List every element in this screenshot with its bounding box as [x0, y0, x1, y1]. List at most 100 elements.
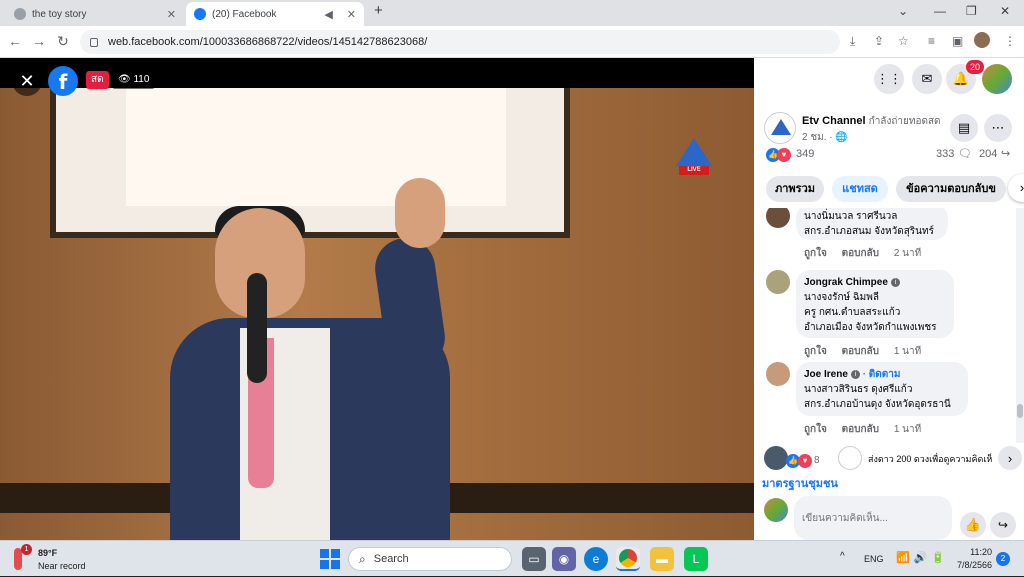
url-text: web.facebook.com/100033686868722/videos/…	[108, 36, 428, 48]
chevron-right-icon[interactable]: ›	[998, 446, 1022, 470]
chevron-up-icon[interactable]: ^	[840, 551, 845, 562]
save-icon[interactable]: ▤	[950, 114, 978, 142]
close-window-button[interactable]: ✕	[1000, 4, 1010, 18]
commenter-avatar[interactable]	[766, 208, 790, 228]
comment-time[interactable]: 2 นาที	[894, 248, 921, 259]
temperature: 89°F	[38, 548, 58, 558]
stars-strip: 👍 ♥ 8 ส่งดาว 200 ดวงเพื่อดูความคิดเห็ ›	[760, 444, 1022, 474]
share-icon[interactable]: ⇪	[874, 34, 884, 48]
weather-widget[interactable]: 1 89°F Near record	[14, 544, 124, 574]
tab-facebook[interactable]: (20) Facebook ◀ ✕	[186, 2, 364, 26]
messenger-icon[interactable]: ✉	[912, 64, 942, 94]
forward-icon[interactable]: →	[30, 33, 48, 49]
chrome-icon[interactable]	[616, 547, 640, 571]
menu-icon[interactable]: ⋮	[1004, 34, 1016, 48]
line-app-icon[interactable]: L	[684, 547, 708, 571]
back-icon[interactable]: ←	[6, 33, 24, 49]
address-bar[interactable]: web.facebook.com/100033686868722/videos/…	[80, 30, 840, 54]
comment-author[interactable]: Joe Irene	[804, 369, 848, 380]
task-view-icon[interactable]: ▭	[522, 547, 546, 571]
like-comment-button[interactable]: ถูกใจ	[804, 248, 827, 259]
love-reaction-icon[interactable]: ♥	[777, 148, 791, 162]
close-video-icon[interactable]: ✕	[12, 66, 42, 96]
teams-icon[interactable]: ◉	[552, 547, 576, 571]
viewer-avatar[interactable]	[764, 446, 788, 470]
tab-live-chat[interactable]: แชทสด	[832, 176, 888, 202]
reply-comment-button[interactable]: ตอบกลับ	[842, 424, 879, 435]
reading-list-icon[interactable]: ≡	[928, 34, 935, 48]
like-comment-button[interactable]: ถูกใจ	[804, 346, 827, 357]
speaker-icon[interactable]: ◀	[324, 8, 332, 21]
info-icon: i	[890, 278, 900, 287]
share-button[interactable]: ↪	[990, 512, 1016, 538]
comment-bubble: Joe Irene i · ติดตาม นางสาวสิรินธร ดุงศรี…	[796, 362, 968, 416]
follow-button[interactable]: · ติดตาม	[863, 369, 901, 380]
etv-avatar[interactable]	[838, 446, 862, 470]
reaction-count[interactable]: 349	[796, 148, 814, 160]
close-tab-icon[interactable]: ✕	[347, 8, 356, 21]
comment-line: นางนิ่มนวล ราศรีนวล	[804, 211, 898, 222]
comment-line: สกร.อำเภอสนม จังหวัดสุรินทร์	[804, 226, 934, 237]
chevron-right-icon[interactable]: ›	[1008, 174, 1024, 202]
comment-count[interactable]: 333	[936, 148, 954, 160]
account-avatar[interactable]	[982, 64, 1012, 94]
comment-author[interactable]: Jongrak Chimpee	[804, 277, 888, 288]
notification-center-badge[interactable]: 2	[996, 552, 1010, 566]
close-tab-icon[interactable]: ✕	[167, 8, 176, 21]
strip-reaction-count: 8	[814, 455, 820, 466]
restore-button[interactable]: ❐	[966, 4, 977, 18]
comment-time[interactable]: 1 นาที	[894, 346, 921, 357]
reply-comment-button[interactable]: ตอบกลับ	[842, 248, 879, 259]
comment-bubble: นางนิ่มนวล ราศรีนวล สกร.อำเภอสนม จังหวัด…	[796, 208, 948, 240]
weather-condition: Near record	[38, 561, 86, 571]
input-language[interactable]: ENG	[864, 554, 884, 564]
comment-line: นางสาวสิรินธร ดุงศรีแก้ว	[804, 384, 913, 395]
clock[interactable]: 11:20 7/8/2566	[950, 546, 992, 572]
comment-scrollbar[interactable]	[1016, 208, 1024, 443]
comment-actions: ถูกใจ ตอบกลับ 1 นาที	[804, 422, 933, 437]
bookmark-star-icon[interactable]: ☆	[898, 34, 909, 48]
windows-start-icon[interactable]	[320, 549, 340, 569]
menu-grid-icon[interactable]: ⋮⋮	[874, 64, 904, 94]
like-comment-button[interactable]: ถูกใจ	[804, 424, 827, 435]
tab-label: (20) Facebook	[212, 8, 277, 20]
page-name[interactable]: Etv Channel	[802, 115, 866, 127]
network-volume-battery-icons[interactable]: 📶🔊🔋	[896, 551, 949, 564]
comment-line: ครู กศน.ตำบลสระแก้ว	[804, 307, 901, 318]
reply-comment-button[interactable]: ตอบกลับ	[842, 346, 879, 357]
projector-screen	[50, 88, 570, 238]
commenter-avatar[interactable]	[766, 270, 790, 294]
scroll-thumb[interactable]	[1017, 404, 1023, 418]
comment-input[interactable]	[794, 496, 952, 540]
profile-avatar[interactable]	[974, 32, 990, 48]
minimize-button[interactable]: —	[934, 4, 946, 18]
search-icon: ⌕	[359, 551, 366, 566]
tab-search-icon[interactable]: ⌄	[898, 4, 908, 18]
taskbar-search[interactable]: ⌕ Search	[348, 547, 512, 571]
share-count[interactable]: 204	[979, 148, 997, 160]
reload-icon[interactable]: ↻	[54, 33, 72, 50]
windows-taskbar: 1 89°F Near record ⌕ Search ▭ ◉ e ▬ L ^ …	[0, 540, 1024, 576]
tab-overview[interactable]: ภาพรวม	[766, 176, 824, 202]
system-tray: ^ ENG 📶🔊🔋 11:20 7/8/2566 2	[836, 541, 1024, 577]
file-explorer-icon[interactable]: ▬	[650, 547, 674, 571]
comment-time[interactable]: 1 นาที	[894, 424, 921, 435]
like-button[interactable]: 👍	[960, 512, 986, 538]
tab-the-toy-story[interactable]: the toy story ✕	[6, 2, 184, 26]
more-options-icon[interactable]: ⋯	[984, 114, 1012, 142]
video-title[interactable]: มาตรฐานชุมชน	[762, 474, 838, 492]
comment-tabs: ภาพรวม แชทสด ข้อความตอบกลับข ›	[764, 174, 1024, 202]
side-panel-icon[interactable]: ▣	[952, 34, 963, 48]
facebook-logo-icon[interactable]: f	[48, 66, 78, 96]
lock-icon[interactable]	[90, 37, 98, 47]
edge-icon[interactable]: e	[584, 547, 608, 571]
tab-replies[interactable]: ข้อความตอบกลับข	[896, 176, 1006, 202]
stars-text[interactable]: ส่งดาว 200 ดวงเพื่อดูความคิดเห็	[868, 452, 1000, 466]
comment-line: อำเภอเมือง จังหวัดกำแพงเพชร	[804, 322, 937, 333]
new-tab-button[interactable]: +	[374, 2, 383, 19]
info-icon: i	[850, 370, 860, 379]
commenter-avatar[interactable]	[766, 362, 790, 386]
install-icon[interactable]: ⤓	[850, 34, 855, 49]
page-avatar[interactable]	[764, 112, 796, 144]
video-player[interactable]: LIVE ✕ f สด 👁 110	[0, 58, 754, 540]
